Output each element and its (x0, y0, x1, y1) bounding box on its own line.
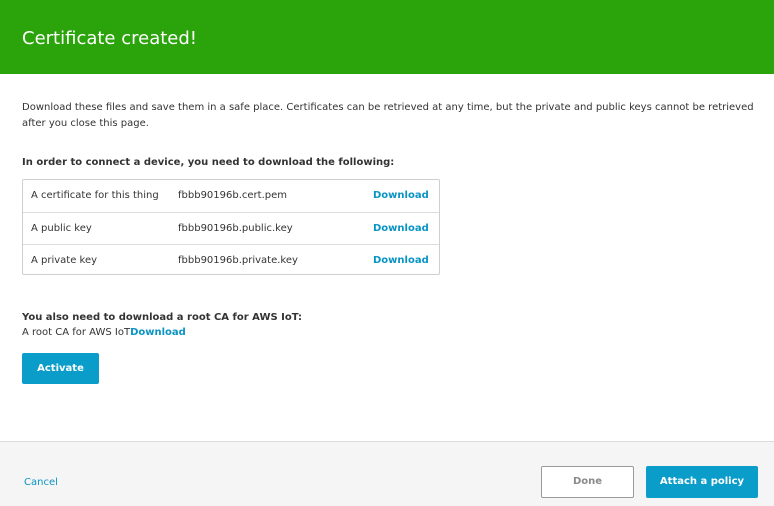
intro-text: Download these files and save them in a … (22, 102, 754, 129)
file-description: A public key (31, 223, 92, 234)
root-ca-heading: You also need to download a root CA for … (22, 312, 303, 323)
download-public-key-link[interactable]: Download (373, 213, 429, 245)
footer-bar: Cancel Done Attach a policy (0, 441, 774, 506)
attach-policy-button[interactable]: Attach a policy (646, 466, 758, 498)
file-row-public-key: A public key fbbb90196b.public.key Downl… (23, 212, 439, 245)
cancel-link[interactable]: Cancel (24, 476, 58, 490)
file-name: fbbb90196b.public.key (178, 223, 293, 234)
file-row-private-key: A private key fbbb90196b.private.key Dow… (23, 244, 439, 277)
file-name: fbbb90196b.cert.pem (178, 190, 288, 201)
download-certificate-link[interactable]: Download (373, 180, 429, 212)
root-ca-label: A root CA for AWS IoT (22, 327, 131, 338)
root-ca-line: A root CA for AWS IoTDownload (22, 326, 186, 340)
download-root-ca-link[interactable]: Download (130, 327, 186, 338)
activate-button[interactable]: Activate (22, 353, 99, 384)
files-section-heading: In order to connect a device, you need t… (22, 157, 395, 168)
files-table: A certificate for this thing fbbb90196b.… (22, 179, 440, 275)
file-name: fbbb90196b.private.key (178, 255, 298, 266)
file-description: A certificate for this thing (31, 190, 159, 201)
file-description: A private key (31, 255, 98, 266)
download-private-key-link[interactable]: Download (373, 245, 429, 277)
done-button[interactable]: Done (541, 466, 634, 498)
file-row-certificate: A certificate for this thing fbbb90196b.… (23, 180, 439, 212)
banner-title: Certificate created! (22, 28, 197, 49)
success-banner: Certificate created! (0, 0, 774, 74)
